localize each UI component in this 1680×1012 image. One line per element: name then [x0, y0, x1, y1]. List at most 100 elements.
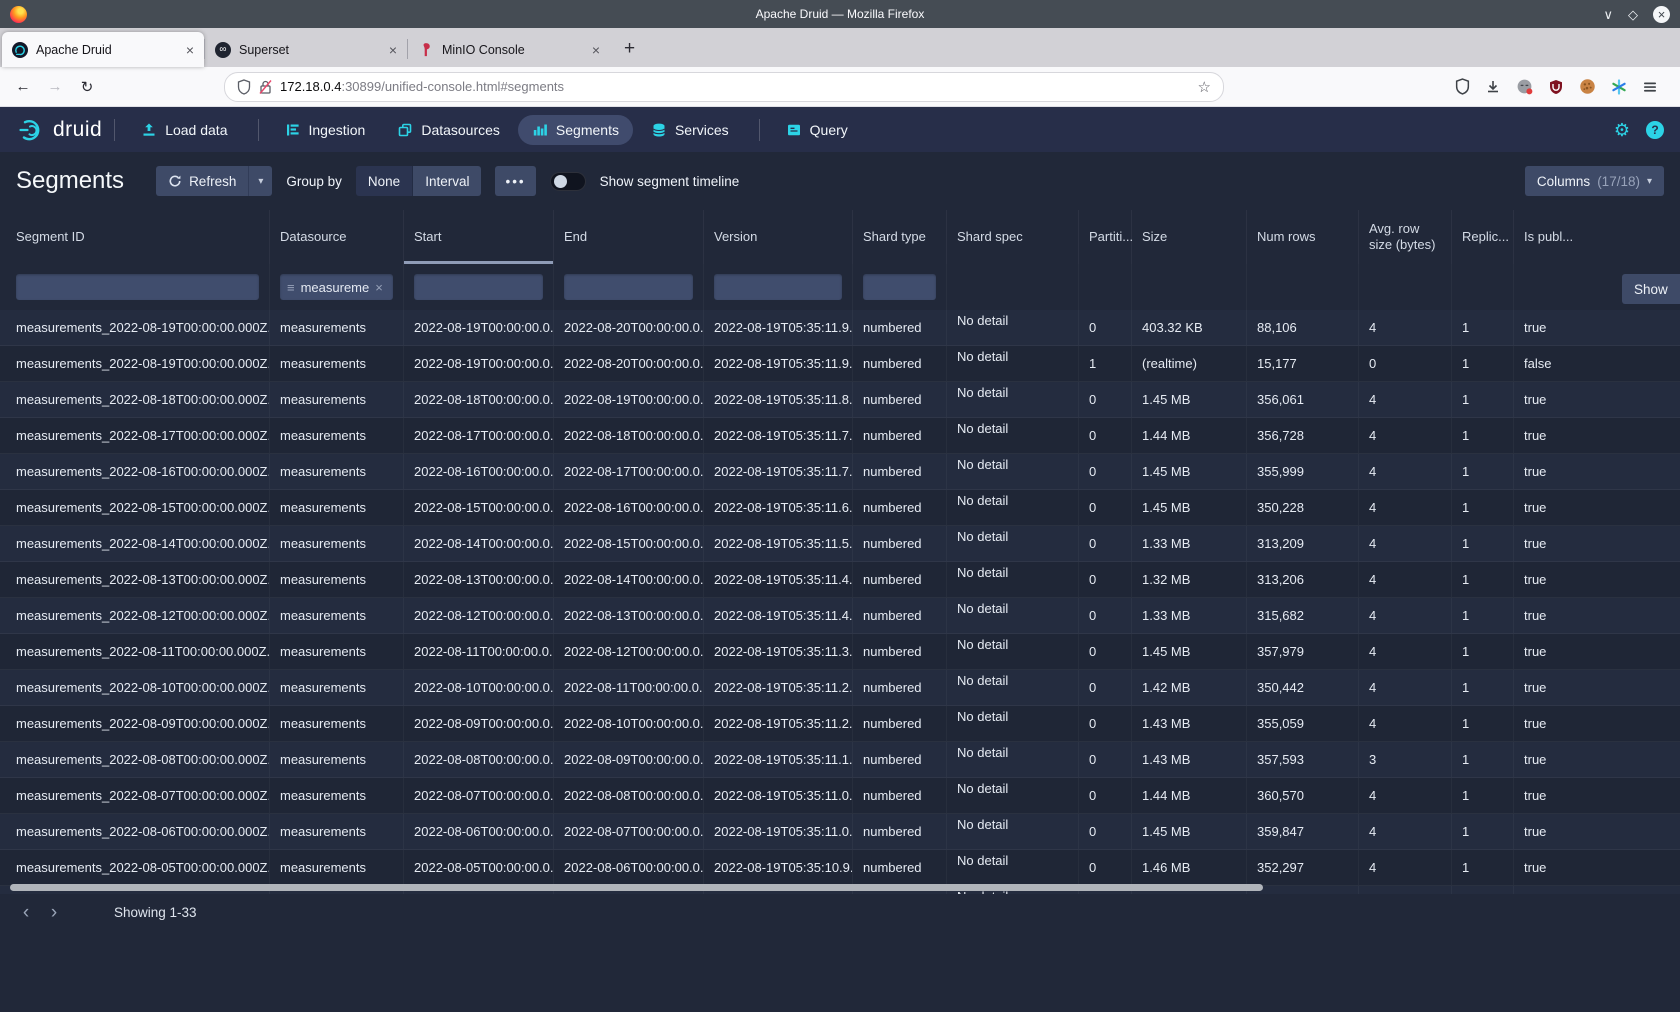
next-page-button[interactable]: ›: [40, 903, 68, 922]
tab-minio-console[interactable]: MinIO Console ×: [408, 32, 610, 67]
table-cell: true: [1514, 598, 1680, 633]
previous-page-button[interactable]: ‹: [12, 903, 40, 922]
table-cell: true: [1514, 850, 1680, 885]
new-tab-button[interactable]: +: [610, 38, 649, 60]
table-row: measurements_2022-08-09T00:00:00.000Z...…: [0, 706, 1680, 742]
url-bar[interactable]: 172.18.0.4:30899/unified-console.html#se…: [224, 72, 1224, 102]
table-cell: measurements: [270, 670, 404, 705]
refresh-label: Refresh: [189, 174, 236, 189]
column-header[interactable]: Version: [704, 210, 853, 264]
table-cell: 0: [1079, 490, 1132, 525]
datasource-filter-input[interactable]: ≡ measureme ×: [280, 274, 393, 300]
table-cell: No detail: [947, 706, 1079, 741]
group-by-none-button[interactable]: None: [356, 166, 413, 196]
end-filter-input[interactable]: [564, 274, 693, 300]
column-header[interactable]: Size: [1132, 210, 1247, 264]
minio-favicon: [418, 42, 434, 58]
table-cell: [1452, 886, 1514, 894]
tab-title: MinIO Console: [442, 43, 525, 57]
start-filter-input[interactable]: [414, 274, 543, 300]
tab-close-icon[interactable]: ×: [389, 42, 397, 58]
column-header[interactable]: Replic...: [1452, 210, 1514, 264]
tag-remove-icon[interactable]: ×: [375, 280, 383, 295]
table-cell: 4: [1359, 562, 1452, 597]
column-header[interactable]: Shard type: [853, 210, 947, 264]
tab-close-icon[interactable]: ×: [592, 42, 600, 58]
column-header[interactable]: End: [554, 210, 704, 264]
nav-item-load-data[interactable]: Load data: [127, 115, 241, 145]
maximize-button[interactable]: ◇: [1628, 8, 1638, 21]
tab-close-icon[interactable]: ×: [186, 42, 194, 58]
segment-timeline-toggle[interactable]: [550, 172, 586, 191]
table-cell: 2022-08-19T00:00:00.0...: [404, 310, 554, 345]
column-header[interactable]: Shard spec: [947, 210, 1079, 264]
reload-button[interactable]: ↻: [74, 78, 100, 96]
shard-type-filter-input[interactable]: [863, 274, 936, 300]
columns-button[interactable]: Columns (17/18) ▾: [1525, 166, 1664, 196]
table-row: measurements_2022-08-19T00:00:00.000Z...…: [0, 310, 1680, 346]
table-cell: 2022-08-06T00:00:00.0...: [404, 814, 554, 849]
settings-gear-icon[interactable]: ⚙: [1614, 121, 1630, 139]
table-cell: 1.44 MB: [1132, 418, 1247, 453]
tab-superset[interactable]: ∞ Superset ×: [205, 32, 407, 67]
ublock-icon[interactable]: [1548, 79, 1564, 95]
table-cell: No detail: [947, 346, 1079, 381]
table-cell: 2022-08-06T00:00:00.0...: [554, 850, 704, 885]
insecure-lock-icon[interactable]: [259, 79, 272, 95]
refresh-dropdown-button[interactable]: ▾: [249, 166, 272, 196]
table-cell: 2022-08-13T00:00:00.0...: [554, 598, 704, 633]
close-button[interactable]: ×: [1653, 6, 1670, 23]
table-cell: numbered: [853, 634, 947, 669]
table-cell: measurements_2022-08-11T00:00:00.000Z...: [0, 634, 270, 669]
table-cell: 1.45 MB: [1132, 490, 1247, 525]
table-cell: numbered: [853, 850, 947, 885]
shield-permissions-icon[interactable]: [237, 79, 251, 95]
help-icon[interactable]: ?: [1646, 121, 1664, 139]
column-header[interactable]: Avg. row size (bytes): [1359, 210, 1452, 264]
table-cell: measurements_2022-08-08T00:00:00.000Z...: [0, 742, 270, 777]
cookie-icon[interactable]: [1579, 78, 1596, 95]
browser-toolbar: ← → ↻ 172.18.0.4:30899/unified-console.h…: [0, 67, 1680, 107]
table-cell: 1: [1452, 850, 1514, 885]
horizontal-scrollbar[interactable]: [10, 884, 1263, 891]
column-header[interactable]: Is publ...: [1514, 210, 1680, 264]
table-cell: 1: [1452, 310, 1514, 345]
protections-shield-icon[interactable]: [1455, 78, 1470, 95]
nav-item-datasources[interactable]: Datasources: [383, 115, 514, 145]
column-header[interactable]: Num rows: [1247, 210, 1359, 264]
column-header[interactable]: Segment ID: [0, 210, 270, 264]
table-row: measurements_2022-08-11T00:00:00.000Z...…: [0, 634, 1680, 670]
forward-button[interactable]: →: [42, 78, 68, 95]
segment-id-filter-input[interactable]: [16, 274, 259, 300]
datasources-icon: [397, 122, 413, 138]
nav-item-services[interactable]: Services: [637, 115, 743, 145]
extension-asterisk-icon[interactable]: [1611, 79, 1627, 95]
menu-hamburger-icon[interactable]: [1642, 79, 1658, 95]
nav-item-segments[interactable]: Segments: [518, 115, 633, 145]
nav-item-query[interactable]: Query: [772, 115, 862, 145]
column-header[interactable]: Datasource: [270, 210, 404, 264]
version-filter-input[interactable]: [714, 274, 842, 300]
extension-mask-icon[interactable]: [1516, 78, 1533, 95]
table-cell: No detail: [947, 454, 1079, 489]
table-cell: measurements: [270, 454, 404, 489]
table-cell: measurements: [270, 382, 404, 417]
column-header[interactable]: Start: [404, 210, 554, 264]
refresh-button[interactable]: Refresh: [156, 166, 249, 196]
group-by-interval-button[interactable]: Interval: [413, 166, 481, 196]
druid-logo[interactable]: druid: [16, 116, 102, 144]
nav-item-label: Segments: [556, 122, 619, 138]
table-cell: 356,061: [1247, 382, 1359, 417]
minimize-button[interactable]: ∨: [1603, 8, 1613, 21]
nav-item-ingestion[interactable]: Ingestion: [271, 115, 380, 145]
ingestion-icon: [285, 122, 301, 138]
tab-apache-druid[interactable]: Apache Druid ×: [2, 32, 204, 67]
more-options-button[interactable]: •••: [495, 166, 535, 196]
downloads-icon[interactable]: [1485, 79, 1501, 95]
bookmark-star-icon[interactable]: ☆: [1198, 78, 1211, 96]
back-button[interactable]: ←: [10, 78, 36, 95]
show-filter-button[interactable]: Show: [1622, 274, 1680, 304]
table-cell: measurements: [270, 778, 404, 813]
column-header[interactable]: Partiti...: [1079, 210, 1132, 264]
table-cell: No detail: [947, 382, 1079, 417]
